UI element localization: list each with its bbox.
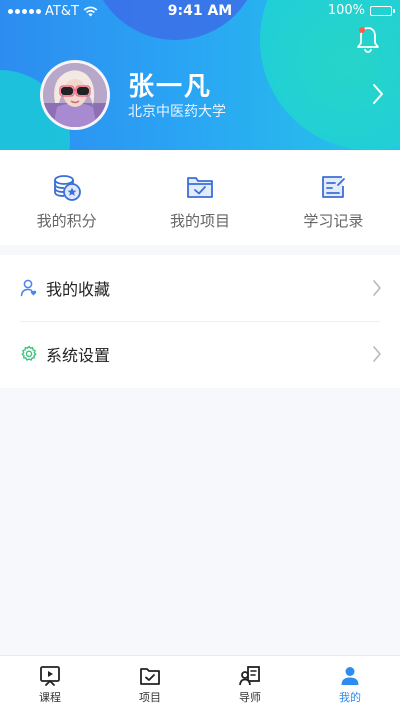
quick-action-study-record[interactable]: 学习记录 xyxy=(267,150,400,245)
status-bar: AT&T 9:41 AM 100% xyxy=(0,0,400,22)
tab-label: 我的 xyxy=(339,691,361,704)
settings-menu: 我的收藏 系统设置 xyxy=(0,255,400,388)
tab-mentors[interactable]: 导师 xyxy=(200,656,300,710)
tab-label: 导师 xyxy=(239,691,261,704)
menu-item-label: 系统设置 xyxy=(46,346,111,365)
study-record-icon xyxy=(322,176,346,198)
quick-action-projects[interactable]: 我的项目 xyxy=(133,150,266,245)
tab-courses[interactable]: 课程 xyxy=(0,656,100,710)
menu-item-settings[interactable]: 系统设置 xyxy=(0,321,400,387)
tab-label: 课程 xyxy=(39,691,61,704)
battery-percent: 100% xyxy=(327,3,365,18)
project-folder-icon xyxy=(187,177,213,198)
chevron-right-icon xyxy=(373,346,381,362)
tab-label: 项目 xyxy=(139,691,161,704)
gear-icon xyxy=(21,345,37,361)
battery-icon xyxy=(370,5,395,16)
quick-action-points[interactable]: 我的积分 xyxy=(0,150,133,245)
profile-screen: AT&T 9:41 AM 100% 张一凡 北京中医药大学 我的积分 我的项目 … xyxy=(0,0,400,710)
status-right: 100% xyxy=(327,3,395,18)
chevron-right-icon[interactable] xyxy=(370,82,386,106)
menu-item-favorites[interactable]: 我的收藏 xyxy=(0,255,400,321)
tab-mine[interactable]: 我的 xyxy=(300,656,400,710)
mentor-icon xyxy=(239,666,260,686)
quick-action-label: 我的项目 xyxy=(169,212,230,230)
avatar-image xyxy=(43,63,107,127)
play-board-icon xyxy=(40,666,60,686)
bell-icon[interactable] xyxy=(354,24,382,56)
chevron-right-icon xyxy=(373,280,381,296)
user-school: 北京中医药大学 xyxy=(128,104,226,120)
avatar[interactable] xyxy=(40,60,110,130)
quick-actions: 我的积分 我的项目 学习记录 xyxy=(0,150,400,245)
folder-check-icon xyxy=(140,668,160,685)
profile-header: AT&T 9:41 AM 100% 张一凡 北京中医药大学 xyxy=(0,0,400,150)
quick-action-label: 我的积分 xyxy=(36,212,97,230)
header-decoration xyxy=(260,0,400,150)
user-heart-icon xyxy=(20,279,37,297)
person-icon xyxy=(341,667,359,685)
points-coin-icon xyxy=(53,175,81,201)
tab-bar: 课程 项目 导师 我的 xyxy=(0,655,400,710)
quick-action-label: 学习记录 xyxy=(303,212,364,230)
tab-projects[interactable]: 项目 xyxy=(100,656,200,710)
menu-item-label: 我的收藏 xyxy=(46,280,111,299)
user-name: 张一凡 xyxy=(128,72,213,102)
